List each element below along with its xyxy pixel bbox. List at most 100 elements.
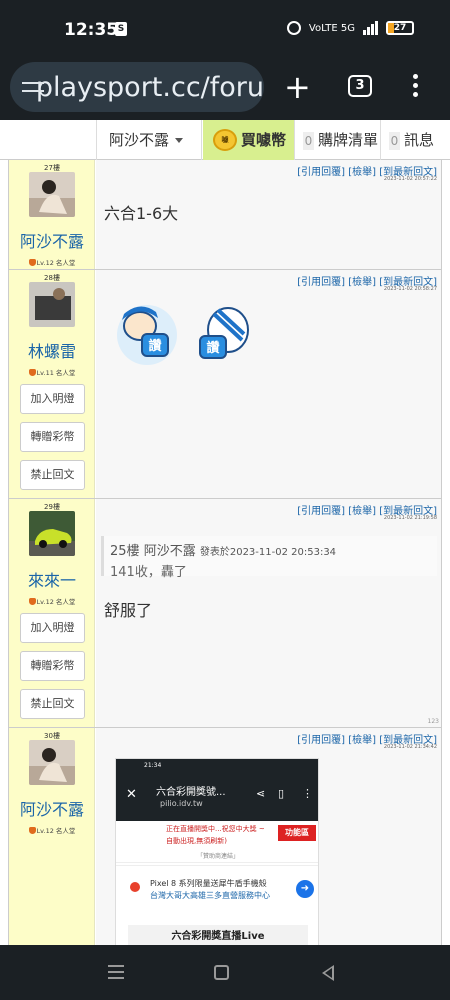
shot-tag: 功能區 — [278, 825, 316, 841]
post-body: [引用回覆] [檢舉] [到最新回文] 2023-11-02 21:34:42 … — [96, 728, 441, 945]
arrow-right-icon: ➜ — [296, 880, 314, 898]
report-link[interactable]: [檢舉] — [348, 506, 376, 517]
post-time: 2023-11-02 20:57:22 — [383, 176, 437, 182]
shield-icon — [28, 259, 36, 266]
gift-coins-button[interactable]: 轉贈彩幣 — [20, 422, 85, 452]
user-level: Lv.12 名人堂 — [9, 257, 95, 267]
quote-reply-link[interactable]: [引用回覆] — [297, 506, 345, 517]
quote-reply-link[interactable]: [引用回覆] — [297, 735, 345, 746]
avatar[interactable] — [29, 172, 75, 217]
avatar[interactable] — [29, 740, 75, 785]
shot-ad: Pixel 8 系列限量送犀牛盾手機殼 台灣大哥大高雄三多直營服務中心 ➜ — [116, 865, 318, 915]
status-icons: VoLTE 5G 27 — [286, 21, 414, 35]
bookmark-icon: ▯ — [278, 787, 285, 800]
more-menu-icon: ⋮ — [302, 787, 313, 800]
user-level: Lv.11 名人堂 — [9, 367, 95, 377]
thumbs-up-sticker: 讚 — [117, 305, 177, 365]
chevron-down-icon — [175, 138, 184, 143]
post-text: 六合1-6大 — [104, 204, 179, 223]
quote-time: 發表於2023-11-02 20:53:34 — [199, 547, 337, 558]
site-topnav: 阿沙不露 噱買噱幣 0 購牌清單 0 訊息 — [0, 120, 450, 160]
post-body: [引用回覆] [檢舉] [到最新回文] 2023-11-02 20:58:27 … — [96, 270, 441, 498]
new-tab-icon[interactable]: + — [284, 71, 311, 103]
shot-status-time: 21:34 — [116, 759, 318, 773]
post-28: 28樓 林螺雷 Lv.11 名人堂 加入明燈 轉贈彩幣 禁止回文 [引用回覆] … — [9, 270, 441, 499]
shot-browser-bar: ✕ 六合彩開獎號... pilio.idv.tw ⋖ ▯ ⋮ — [116, 773, 318, 821]
report-link[interactable]: [檢舉] — [348, 735, 376, 746]
shopping-bag-icon: S — [115, 22, 127, 36]
signal-icon — [363, 21, 378, 35]
store-logo-icon — [130, 882, 140, 892]
post-27: 27樓 阿沙不露 Lv.12 名人堂 [引用回覆] [檢舉] [到最新回文] 2… — [9, 160, 441, 270]
username-link[interactable]: 阿沙不露 — [9, 228, 95, 252]
shot-notice: 正在直播開獎中...祝您中大獎 ~ 自動出現,無須刷新) 功能區 — [116, 821, 318, 849]
buy-coins-button[interactable]: 噱買噱幣 — [203, 120, 294, 160]
user-menu-dropdown[interactable]: 阿沙不露 — [96, 120, 202, 160]
add-light-button[interactable]: 加入明燈 — [20, 384, 85, 414]
browser-toolbar: playsport.cc/foru + 3 — [0, 60, 450, 120]
share-icon: ⋖ — [256, 787, 266, 800]
post-time: 2023-11-02 20:58:27 — [383, 286, 437, 292]
quote-reply-link[interactable]: [引用回覆] — [297, 167, 345, 178]
username-link[interactable]: 林螺雷 — [9, 338, 95, 362]
url-text[interactable]: playsport.cc/foru — [36, 72, 264, 103]
post-sidebar: 27樓 阿沙不露 Lv.12 名人堂 — [9, 160, 95, 269]
avatar[interactable] — [29, 282, 75, 327]
shield-icon — [28, 369, 36, 376]
network-label: VoLTE 5G — [308, 22, 355, 34]
post-29: 29樓 來來一 Lv.12 名人堂 加入明燈 轉贈彩幣 禁止回文 [引用回覆] … — [9, 499, 441, 728]
quote-reply-link[interactable]: [引用回覆] — [297, 277, 345, 288]
msg-count: 0 — [389, 132, 400, 150]
cart-link[interactable]: 0 購牌清單 — [294, 120, 380, 160]
battery-icon: 27 — [386, 21, 414, 35]
user-level: Lv.12 名人堂 — [9, 825, 95, 835]
shot-live-banner: 六合彩開獎直播Live — [128, 925, 308, 945]
more-menu-icon[interactable] — [413, 74, 419, 101]
shield-icon — [28, 827, 36, 834]
username-link[interactable]: 阿沙不露 — [9, 796, 95, 820]
post-time: 2023-11-02 21:34:42 — [383, 744, 437, 750]
quote-text: 141收，轟了 — [110, 565, 187, 580]
post-30: 30樓 阿沙不露 Lv.12 名人堂 [引用回覆] [檢舉] [到最新回文] 2… — [9, 728, 441, 945]
shot-sponsor: 「贊助商連結」 — [116, 851, 318, 863]
shot-ad-subtitle: 台灣大哥大高雄三多直營服務中心 — [150, 891, 270, 900]
post-body: [引用回覆] [檢舉] [到最新回文] 2023-11-02 20:57:22 … — [96, 160, 441, 269]
ban-reply-button[interactable]: 禁止回文 — [20, 689, 85, 719]
shot-domain: pilio.idv.tw — [160, 799, 203, 808]
post-body: [引用回覆] [檢舉] [到最新回文] 2023-11-02 21:19:58 … — [96, 499, 441, 727]
shot-ad-title: Pixel 8 系列限量送犀牛盾手機殼 — [150, 879, 267, 888]
username-link[interactable]: 來來一 — [9, 567, 95, 591]
messages-link[interactable]: 0 訊息 — [380, 120, 450, 160]
report-link[interactable]: [檢舉] — [348, 167, 376, 178]
post-counter: 123 — [427, 718, 439, 725]
post-time: 2023-11-02 21:19:58 — [383, 515, 437, 521]
coin-icon: 噱 — [213, 129, 237, 151]
cart-count: 0 — [303, 132, 314, 150]
sticker-text: 讚 — [148, 338, 161, 354]
status-bar: 12:35 S VoLTE 5G 27 — [0, 0, 450, 60]
report-link[interactable]: [檢舉] — [348, 277, 376, 288]
avatar[interactable] — [29, 511, 75, 556]
attached-screenshot[interactable]: 21:34 ✕ 六合彩開獎號... pilio.idv.tw ⋖ ▯ ⋮ 正在直… — [115, 758, 319, 945]
post-sidebar: 30樓 阿沙不露 Lv.12 名人堂 — [9, 728, 95, 945]
site-settings-icon[interactable] — [22, 78, 44, 96]
add-light-button[interactable]: 加入明燈 — [20, 613, 85, 643]
status-time: 12:35 — [64, 20, 119, 40]
gift-coins-button[interactable]: 轉贈彩幣 — [20, 651, 85, 681]
web-page: 阿沙不露 噱買噱幣 0 購牌清單 0 訊息 27樓 阿沙不露 Lv.12 名人堂 [… — [0, 120, 450, 945]
post-text: 舒服了 — [104, 601, 153, 620]
post-sidebar: 29樓 來來一 Lv.12 名人堂 加入明燈 轉贈彩幣 禁止回文 — [9, 499, 95, 727]
recent-apps-icon[interactable] — [108, 965, 124, 983]
close-icon: ✕ — [126, 787, 137, 802]
quote-user: 阿沙不露 — [143, 544, 196, 559]
alarm-icon — [286, 21, 301, 35]
address-bar[interactable]: playsport.cc/foru — [10, 62, 264, 112]
shield-icon — [28, 598, 36, 605]
sticker-text: 讚 — [206, 340, 219, 356]
tab-switcher-button[interactable]: 3 — [348, 75, 372, 97]
ban-reply-button[interactable]: 禁止回文 — [20, 460, 85, 490]
user-level: Lv.12 名人堂 — [9, 596, 95, 606]
thread: 27樓 阿沙不露 Lv.12 名人堂 [引用回覆] [檢舉] [到最新回文] 2… — [8, 160, 442, 945]
back-icon[interactable] — [322, 965, 334, 981]
home-icon[interactable] — [214, 965, 229, 980]
